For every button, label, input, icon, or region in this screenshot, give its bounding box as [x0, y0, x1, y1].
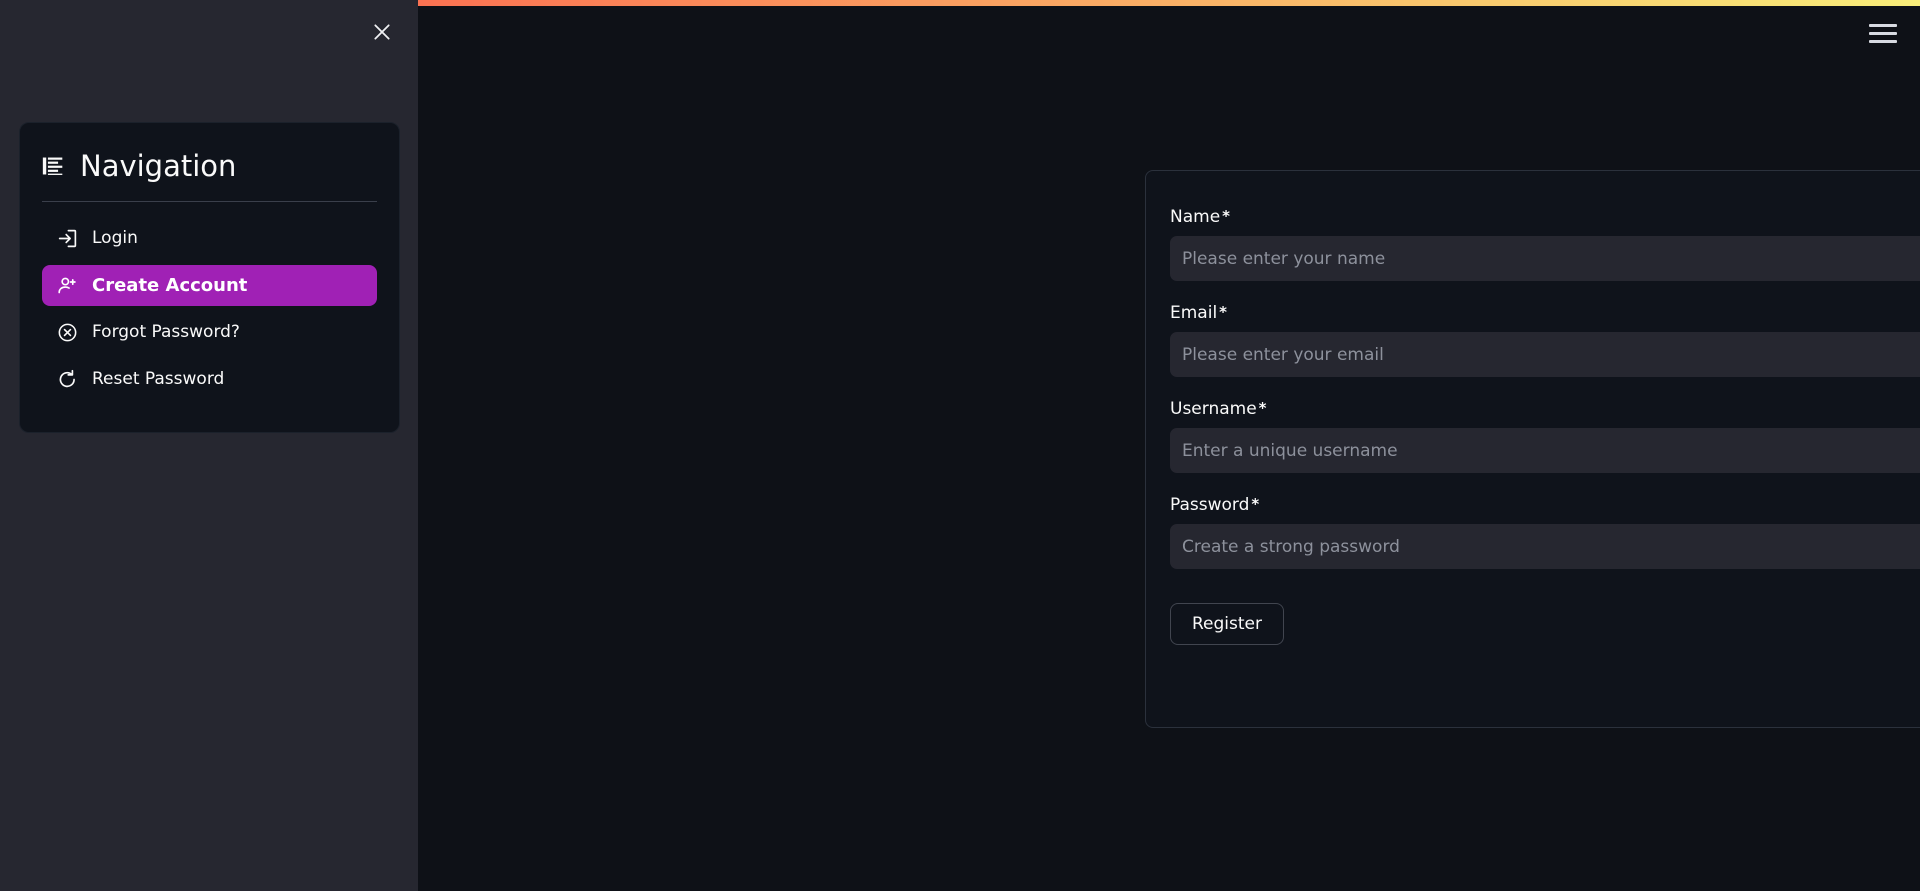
- password-input-wrap: [1170, 524, 1920, 569]
- x-circle-icon: [56, 322, 78, 344]
- sidebar-item-login[interactable]: Login: [42, 218, 377, 259]
- username-input[interactable]: [1170, 428, 1920, 473]
- username-required-asterisk: *: [1258, 399, 1267, 417]
- password-label: Password *: [1170, 493, 1920, 516]
- register-button[interactable]: Register: [1170, 603, 1284, 645]
- sidebar-item-create-account[interactable]: Create Account: [42, 265, 377, 306]
- username-label-text: Username: [1170, 399, 1257, 419]
- gradient-accent-bar: [418, 0, 1920, 6]
- navigation-panel: Navigation Login Create Account Forgot P…: [19, 122, 400, 433]
- sidebar-item-forgot-password-label: Forgot Password?: [92, 322, 240, 342]
- username-input-wrap: [1170, 428, 1920, 473]
- email-required-asterisk: *: [1219, 303, 1228, 321]
- email-input-wrap: [1170, 332, 1920, 377]
- hamburger-icon-line-1: [1869, 23, 1897, 27]
- main-content-region: Name* Email* Username*: [418, 0, 1920, 891]
- name-label: Name *: [1170, 205, 1920, 228]
- sidebar-item-reset-password-label: Reset Password: [92, 369, 225, 389]
- list-menu-icon: [42, 155, 64, 177]
- form-field-password: Password *: [1170, 493, 1920, 569]
- navigation-title: Navigation: [80, 149, 237, 183]
- form-field-name: Name *: [1170, 205, 1920, 281]
- sidebar-item-login-label: Login: [92, 228, 138, 248]
- password-label-text: Password: [1170, 495, 1250, 515]
- hamburger-icon-line-2: [1869, 31, 1897, 35]
- sidebar-item-reset-password[interactable]: Reset Password: [42, 359, 377, 400]
- login-arrow-icon: [56, 228, 78, 250]
- name-input-wrap: [1170, 236, 1920, 281]
- close-icon: [374, 24, 390, 40]
- hamburger-icon-line-3: [1869, 39, 1897, 43]
- rotate-ccw-icon: [56, 369, 78, 391]
- email-input[interactable]: [1170, 332, 1920, 377]
- name-label-text: Name: [1170, 207, 1221, 227]
- password-input[interactable]: [1170, 524, 1920, 569]
- sidebar-item-create-account-label: Create Account: [92, 275, 248, 296]
- person-add-icon: [56, 275, 78, 297]
- username-label: Username *: [1170, 397, 1920, 420]
- email-label: Email *: [1170, 301, 1920, 324]
- form-field-username: Username *: [1170, 397, 1920, 473]
- name-required-asterisk: *: [1222, 207, 1231, 225]
- registration-form-card: Name* Email* Username*: [1145, 170, 1920, 728]
- sidebar-item-forgot-password[interactable]: Forgot Password?: [42, 312, 377, 353]
- form-field-email: Email *: [1170, 301, 1920, 377]
- navigation-drawer: Navigation Login Create Account Forgot P…: [0, 0, 418, 891]
- name-input[interactable]: [1170, 236, 1920, 281]
- hamburger-menu-button[interactable]: [1866, 18, 1900, 48]
- submit-row: Register: [1170, 603, 1920, 645]
- email-label-text: Email: [1170, 303, 1218, 323]
- password-required-asterisk: *: [1251, 495, 1260, 513]
- drawer-close-button[interactable]: [368, 18, 396, 46]
- navigation-header: Navigation: [42, 149, 377, 202]
- navigation-list: Login Create Account Forgot Password? Re…: [42, 218, 377, 400]
